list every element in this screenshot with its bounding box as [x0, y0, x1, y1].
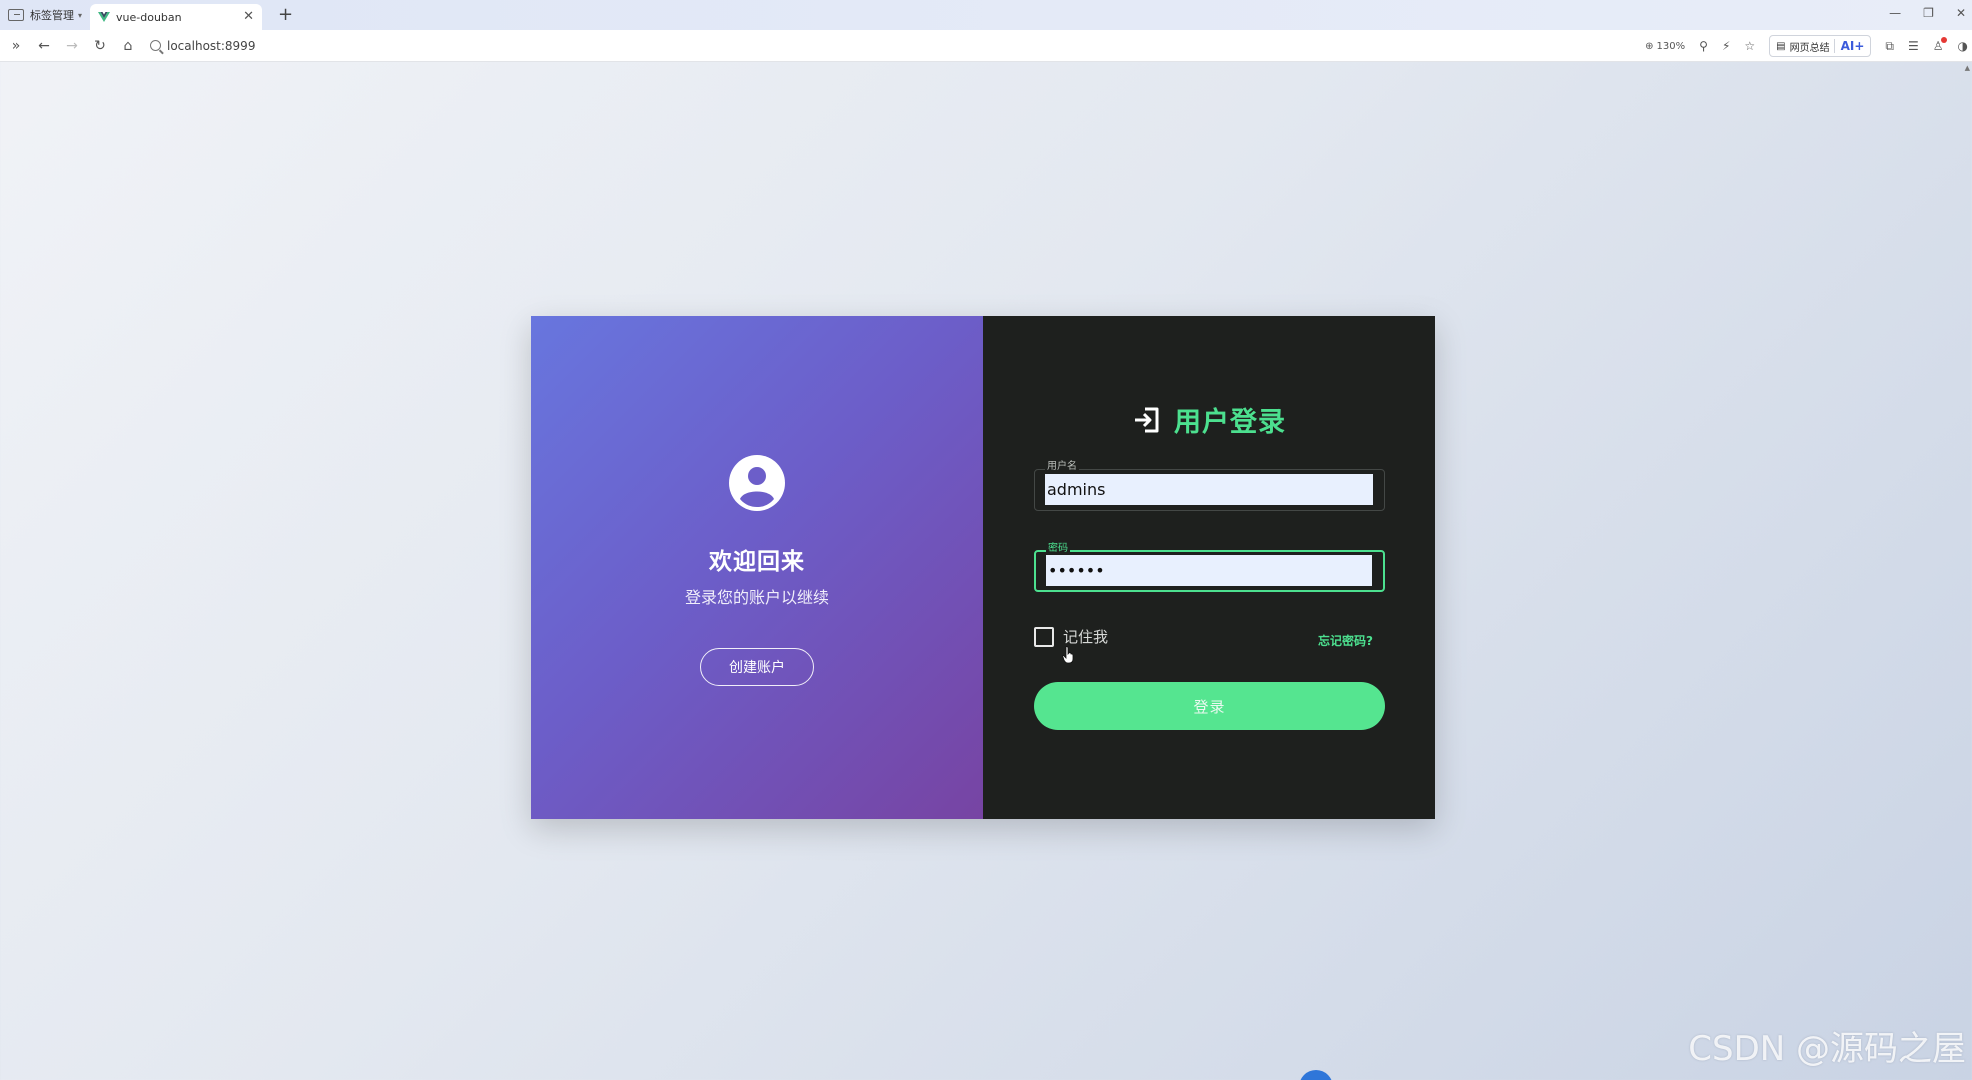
- browser-toolbar: » ← → ↻ ⌂ localhost:8999 ⊕ 130% ⚲ ⚡ ☆ ▤ …: [0, 30, 1972, 62]
- new-tab-button[interactable]: +: [278, 6, 293, 24]
- remember-label: 记住我: [1063, 628, 1109, 646]
- chevron-down-icon: ▾: [78, 10, 83, 20]
- window-controls: — ❐ ✕: [1889, 6, 1966, 20]
- lightning-icon[interactable]: ⚡: [1722, 39, 1730, 53]
- extensions-icon[interactable]: ⧉: [1885, 39, 1894, 54]
- restore-icon[interactable]: ❐: [1923, 6, 1934, 20]
- remember-checkbox[interactable]: [1034, 626, 1054, 647]
- theme-icon[interactable]: ◑: [1958, 39, 1968, 53]
- tab-title: vue-douban: [116, 10, 182, 24]
- login-card: 欢迎回来 登录您的账户以继续 创建账户 用户登录 用户名 密码 记住我: [531, 316, 1435, 819]
- remember-me[interactable]: 记住我: [1034, 626, 1108, 647]
- zoom-icon: ⊕: [1645, 40, 1654, 52]
- summary-button[interactable]: ▤ 网页总结 AI+: [1769, 35, 1872, 57]
- tab-manager-icon: [8, 9, 24, 21]
- star-icon[interactable]: ☆: [1744, 39, 1755, 53]
- hand-cursor-icon: [1062, 646, 1074, 664]
- login-form-panel: 用户登录 用户名 密码 记住我 忘记密码? 登录: [983, 316, 1435, 819]
- user-avatar-icon: [729, 455, 785, 511]
- search-icon: [150, 40, 161, 51]
- back-icon[interactable]: ←: [30, 38, 58, 54]
- zoom-level: 130%: [1656, 40, 1686, 52]
- scroll-up-icon[interactable]: ▲: [1965, 64, 1970, 72]
- username-input[interactable]: [1045, 474, 1373, 505]
- welcome-title: 欢迎回来: [709, 549, 805, 575]
- document-icon: ▤: [1776, 40, 1786, 52]
- password-input[interactable]: [1046, 555, 1372, 586]
- login-button[interactable]: 登录: [1034, 682, 1385, 730]
- reload-icon[interactable]: ↻: [86, 38, 114, 54]
- zoom-indicator[interactable]: ⊕ 130%: [1645, 41, 1685, 52]
- forgot-password-link[interactable]: 忘记密码?: [1318, 632, 1373, 649]
- home-icon[interactable]: ⌂: [114, 38, 142, 54]
- browser-tab-bar: 标签管理 ▾ vue-douban ✕ + — ❐ ✕: [0, 0, 1972, 30]
- profile-icon[interactable]: ♙: [1933, 37, 1947, 53]
- watermark: CSDN @源码之屋: [1688, 1029, 1966, 1069]
- username-field: 用户名: [1034, 461, 1385, 511]
- minimize-icon[interactable]: —: [1889, 6, 1901, 20]
- sidebar-toggle-icon[interactable]: »: [2, 38, 30, 54]
- tab-group-label: 标签管理: [30, 9, 74, 22]
- key-icon[interactable]: ⚲: [1699, 39, 1708, 53]
- close-tab-icon[interactable]: ✕: [243, 9, 254, 24]
- password-field: 密码: [1034, 543, 1385, 592]
- login-heading: 用户登录: [983, 400, 1435, 439]
- tab-group-button[interactable]: 标签管理 ▾: [0, 0, 90, 30]
- summary-label: 网页总结: [1789, 42, 1830, 54]
- vue-logo-icon: [98, 12, 111, 22]
- address-bar[interactable]: localhost:8999: [150, 39, 255, 53]
- notification-dot: [1940, 37, 1947, 43]
- forward-icon[interactable]: →: [58, 38, 86, 54]
- menu-icon[interactable]: ☰: [1908, 39, 1919, 53]
- ai-button[interactable]: AI+: [1833, 39, 1864, 53]
- username-label: 用户名: [1045, 461, 1079, 473]
- login-title: 用户登录: [1174, 407, 1286, 438]
- floating-assistant-button[interactable]: [1299, 1070, 1333, 1080]
- welcome-panel: 欢迎回来 登录您的账户以继续 创建账户: [531, 316, 983, 819]
- welcome-subtitle: 登录您的账户以继续: [684, 588, 829, 607]
- password-label: 密码: [1046, 543, 1070, 555]
- create-account-button[interactable]: 创建账户: [700, 648, 814, 686]
- toolbar-actions: ⊕ 130% ⚲ ⚡ ☆ ▤ 网页总结 AI+ ⧉ ☰ ♙ ◑: [1645, 30, 1968, 62]
- login-icon: [1135, 407, 1159, 432]
- close-window-icon[interactable]: ✕: [1956, 6, 1966, 20]
- browser-tab-active[interactable]: vue-douban ✕: [90, 4, 263, 30]
- url-text: localhost:8999: [167, 38, 256, 53]
